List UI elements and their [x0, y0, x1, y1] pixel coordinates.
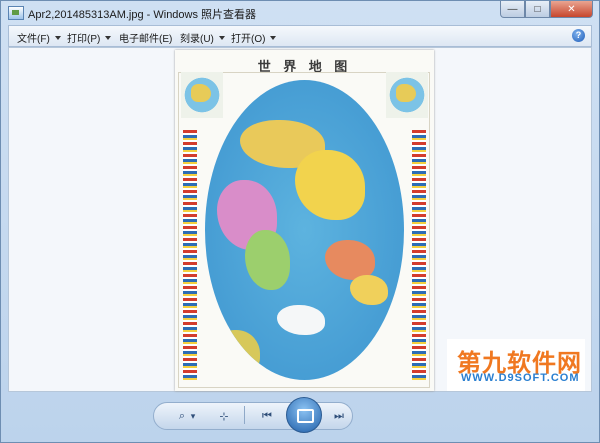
help-icon[interactable]: ?: [572, 29, 585, 42]
menu-bar: 文件(F) 打印(P) 电子邮件(E) 刻录(U) 打开(O) ?: [8, 25, 592, 47]
window-title: Apr2,201485313AM.jpg - Windows 照片查看器: [28, 9, 257, 21]
window-buttons: — □ ✕: [500, 1, 593, 19]
photo-viewer-icon: [8, 6, 24, 20]
menu-file[interactable]: 文件(F): [17, 30, 61, 45]
close-button[interactable]: ✕: [550, 1, 593, 18]
map-land: [325, 240, 375, 280]
actual-size-icon[interactable]: ⊹: [216, 408, 232, 424]
flag-column-left: [183, 130, 197, 380]
photo-viewer-window: Apr2,201485313AM.jpg - Windows 照片查看器 — □…: [0, 0, 600, 443]
chevron-down-icon: [54, 35, 61, 40]
menu-open-label: 打开(O): [231, 34, 266, 45]
chevron-down-icon: [270, 35, 277, 40]
flag-column-right: [412, 130, 426, 380]
minimize-button[interactable]: —: [500, 1, 525, 18]
maximize-button[interactable]: □: [525, 1, 550, 18]
menu-email-label: 电子邮件(E): [119, 34, 173, 45]
map-land: [350, 275, 388, 305]
menu-print-label: 打印(P): [67, 34, 101, 45]
menu-open[interactable]: 打开(O): [231, 30, 277, 45]
title-bar[interactable]: Apr2,201485313AM.jpg - Windows 照片查看器 — □…: [1, 1, 599, 25]
menu-print[interactable]: 打印(P): [67, 30, 112, 45]
map-land: [295, 150, 365, 220]
menu-email[interactable]: 电子邮件(E): [119, 30, 172, 45]
watermark-logo: 第九软件网 WWW.D9SOFT.COM: [447, 339, 585, 391]
world-map-globe: [205, 80, 404, 380]
map-inset-right: [386, 72, 428, 118]
slideshow-icon[interactable]: [286, 397, 322, 433]
image-viewport[interactable]: 世 界 地 图 第九软件网 WWW.D9SOFT.COM: [8, 47, 592, 392]
watermark-en: WWW.D9SOFT.COM: [461, 372, 580, 384]
map-land: [277, 305, 325, 335]
displayed-image: 世 界 地 图: [175, 50, 434, 391]
menu-burn-label: 刻录(U): [180, 34, 214, 45]
zoom-dropdown-icon[interactable]: ▾: [189, 408, 197, 424]
magnifier-icon[interactable]: ⌕: [175, 408, 189, 424]
map-land: [245, 230, 290, 290]
menu-file-label: 文件(F): [17, 34, 50, 45]
separator: [244, 406, 245, 424]
chevron-down-icon: [105, 35, 112, 40]
bottom-toolbar: ⌕ ▾ ⊹ ⏮ ⏭: [8, 394, 592, 440]
chevron-down-icon: [218, 35, 225, 40]
menu-burn[interactable]: 刻录(U): [180, 30, 225, 45]
previous-button[interactable]: ⏮: [258, 408, 276, 424]
map-inset-left: [181, 72, 223, 118]
next-button[interactable]: ⏭: [330, 408, 348, 424]
